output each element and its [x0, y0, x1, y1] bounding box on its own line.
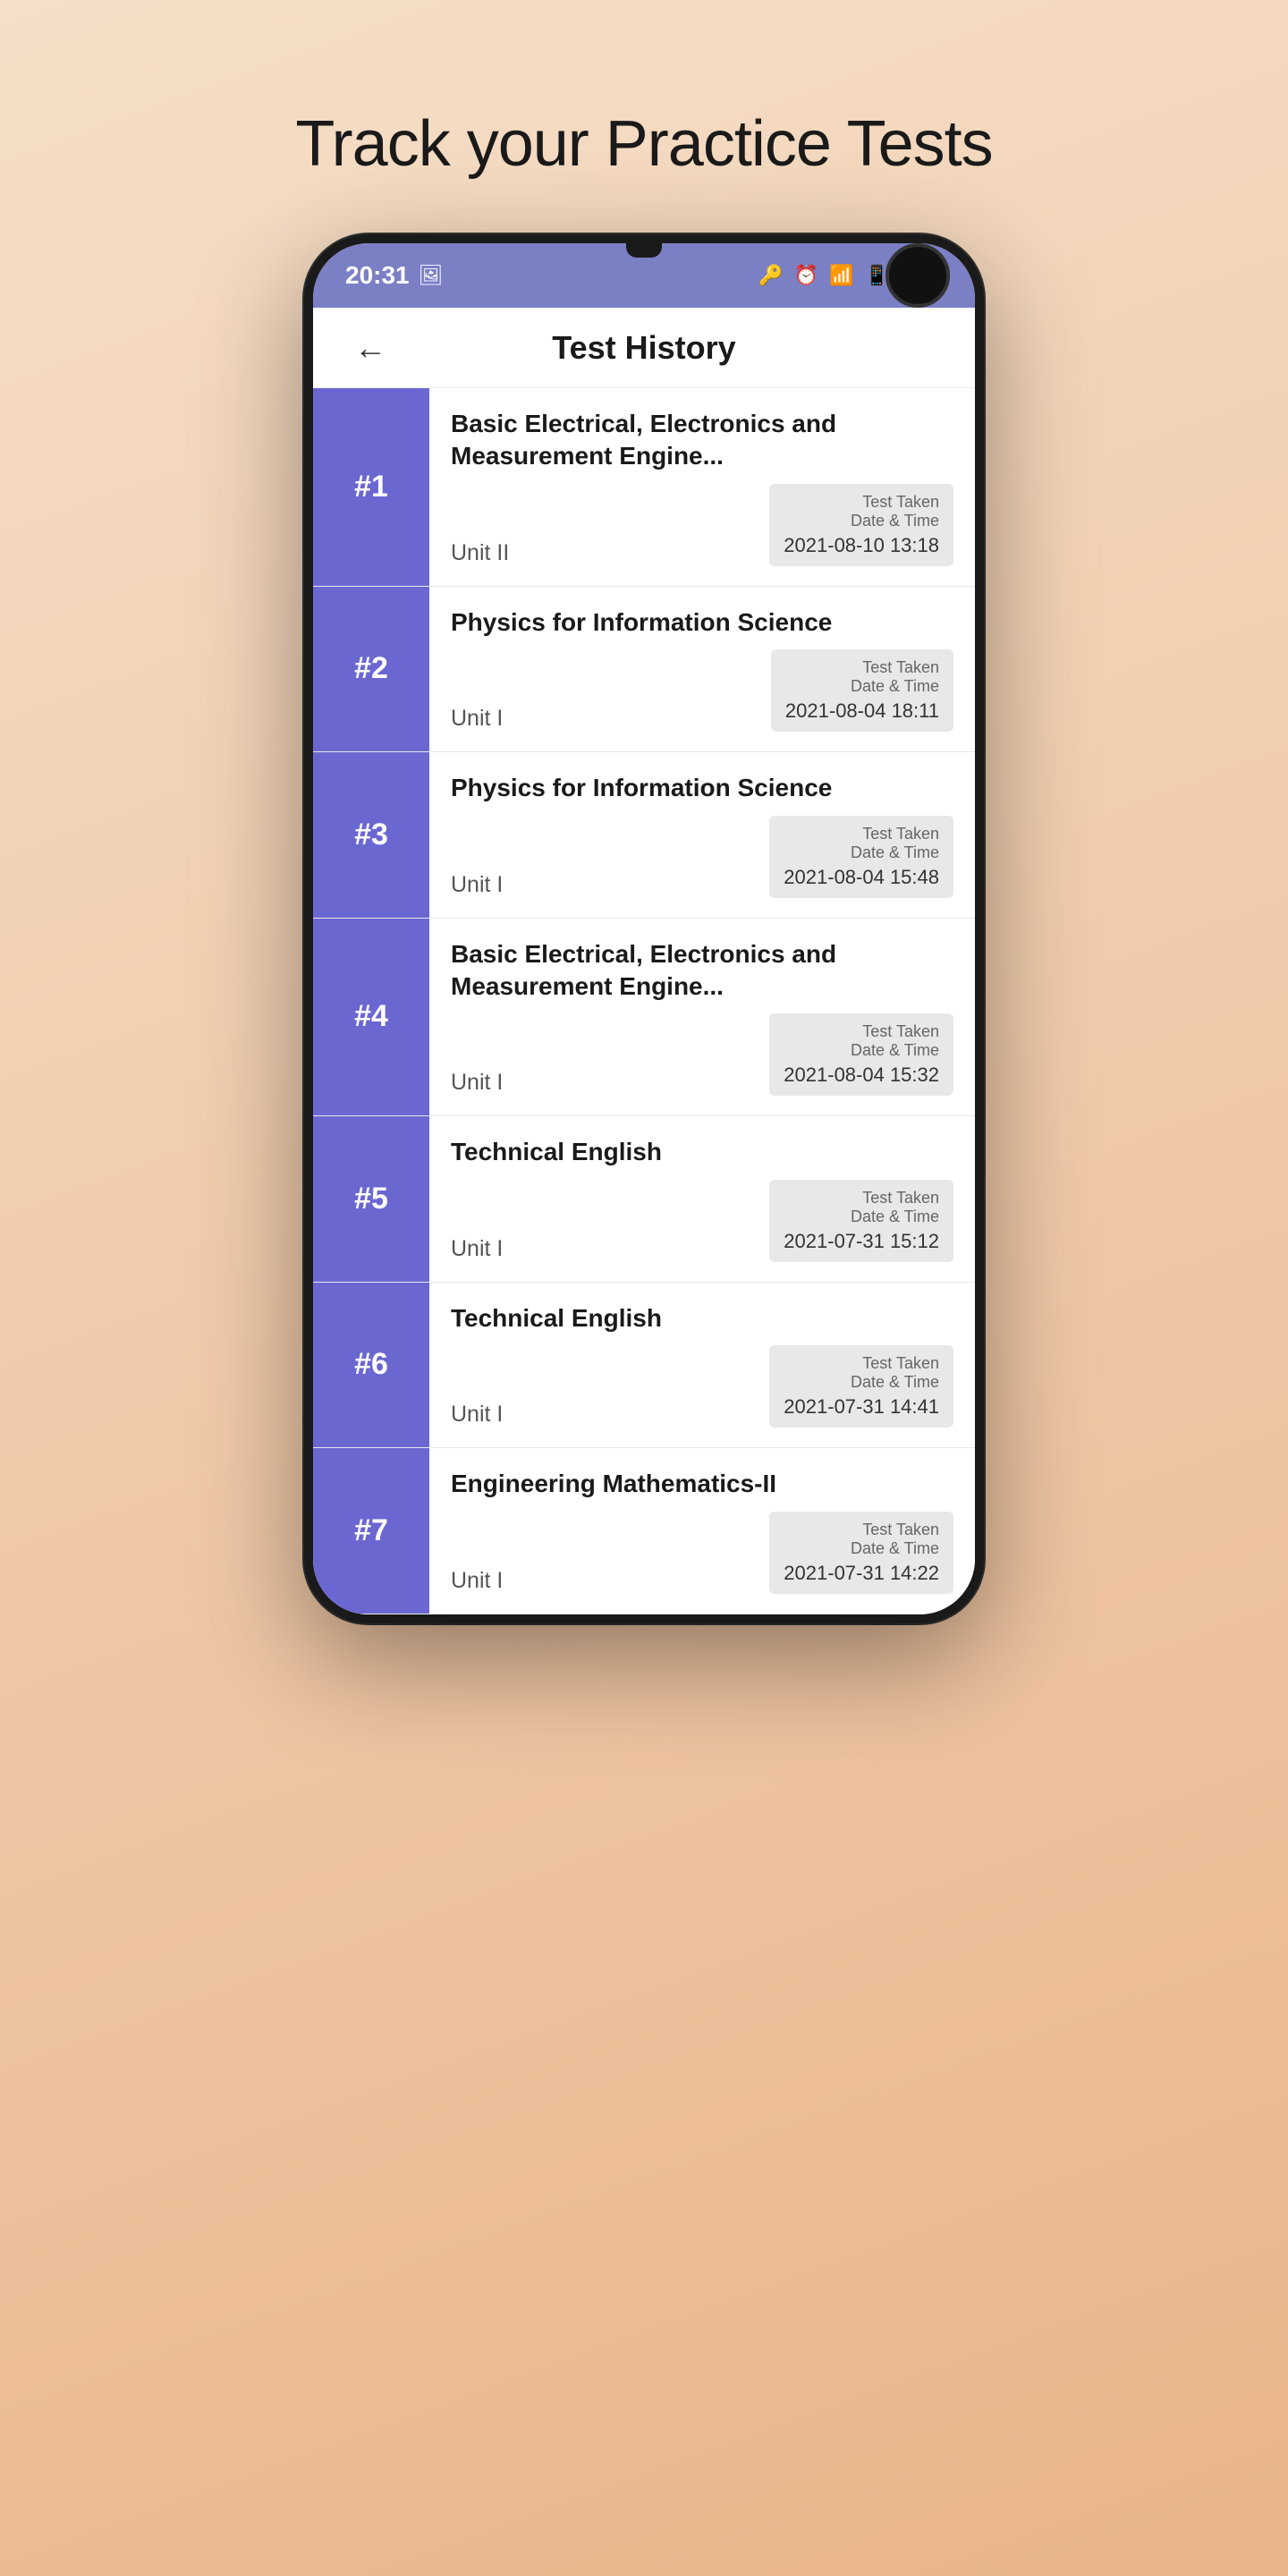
item-title: Basic Electrical, Electronics and Measur…	[451, 938, 953, 1004]
status-bar: 20:31 🖼 🔑 ⏰ 📶 📱 58%	[313, 243, 975, 308]
item-badge: #7	[313, 1448, 429, 1613]
item-date-box: Test Taken Date & Time 2021-08-10 13:18	[769, 484, 953, 566]
item-date-box: Test Taken Date & Time 2021-08-04 15:48	[769, 816, 953, 898]
item-title: Technical English	[451, 1302, 953, 1335]
item-number: #5	[354, 1182, 388, 1216]
date-label-2: Date & Time	[784, 1539, 939, 1558]
date-label-2: Date & Time	[784, 843, 939, 862]
item-number: #7	[354, 1513, 388, 1548]
date-value: 2021-07-31 14:22	[784, 1562, 939, 1585]
status-bar-right: 🔑 ⏰ 📶 📱 58%	[758, 263, 943, 288]
item-number: #3	[354, 818, 388, 852]
item-bottom: Unit I Test Taken Date & Time 2021-08-04…	[451, 649, 953, 732]
item-date-box: Test Taken Date & Time 2021-07-31 14:41	[769, 1345, 953, 1428]
key-icon: 🔑	[758, 264, 783, 287]
item-badge: #5	[313, 1116, 429, 1281]
date-label-1: Test Taken	[784, 1022, 939, 1041]
phone-shell: 20:31 🖼 🔑 ⏰ 📶 📱 58% ← Test History #1	[304, 234, 984, 1623]
item-badge: #4	[313, 919, 429, 1116]
date-label-2: Date & Time	[785, 677, 939, 696]
item-badge: #6	[313, 1283, 429, 1447]
alarm-icon: ⏰	[794, 264, 818, 287]
date-label-2: Date & Time	[784, 1208, 939, 1226]
item-bottom: Unit I Test Taken Date & Time 2021-08-04…	[451, 816, 953, 898]
back-button[interactable]: ←	[345, 320, 395, 376]
date-label-2: Date & Time	[784, 512, 939, 530]
item-title: Physics for Information Science	[451, 606, 953, 639]
list-item[interactable]: #6 Technical English Unit I Test Taken D…	[313, 1283, 975, 1448]
date-value: 2021-07-31 14:41	[784, 1395, 939, 1419]
item-bottom: Unit I Test Taken Date & Time 2021-08-04…	[451, 1013, 953, 1096]
date-label-1: Test Taken	[784, 493, 939, 512]
item-title: Basic Electrical, Electronics and Measur…	[451, 408, 953, 473]
item-content: Technical English Unit I Test Taken Date…	[429, 1283, 975, 1447]
item-badge: #1	[313, 388, 429, 586]
date-label-1: Test Taken	[785, 658, 939, 677]
list-item[interactable]: #5 Technical English Unit I Test Taken D…	[313, 1116, 975, 1282]
list-item[interactable]: #4 Basic Electrical, Electronics and Mea…	[313, 919, 975, 1117]
date-value: 2021-07-31 15:12	[784, 1230, 939, 1253]
item-content: Technical English Unit I Test Taken Date…	[429, 1116, 975, 1281]
item-badge: #3	[313, 752, 429, 917]
item-unit: Unit I	[451, 872, 503, 898]
list-item[interactable]: #7 Engineering Mathematics-II Unit I Tes…	[313, 1448, 975, 1614]
item-unit: Unit I	[451, 706, 503, 732]
item-unit: Unit II	[451, 540, 509, 566]
item-unit: Unit I	[451, 1070, 503, 1096]
list-item[interactable]: #3 Physics for Information Science Unit …	[313, 752, 975, 918]
date-label-2: Date & Time	[784, 1373, 939, 1392]
list-item[interactable]: #1 Basic Electrical, Electronics and Mea…	[313, 388, 975, 587]
item-date-box: Test Taken Date & Time 2021-07-31 14:22	[769, 1512, 953, 1594]
item-number: #2	[354, 651, 388, 686]
wifi-icon: 📶	[829, 264, 853, 287]
item-bottom: Unit I Test Taken Date & Time 2021-07-31…	[451, 1180, 953, 1262]
status-time: 20:31	[345, 261, 410, 290]
item-date-box: Test Taken Date & Time 2021-07-31 15:12	[769, 1180, 953, 1262]
gallery-icon: 🖼	[419, 264, 444, 287]
item-content: Basic Electrical, Electronics and Measur…	[429, 388, 975, 586]
list-item[interactable]: #2 Physics for Information Science Unit …	[313, 587, 975, 752]
item-bottom: Unit I Test Taken Date & Time 2021-07-31…	[451, 1512, 953, 1594]
item-bottom: Unit I Test Taken Date & Time 2021-07-31…	[451, 1345, 953, 1428]
item-content: Physics for Information Science Unit I T…	[429, 752, 975, 917]
item-content: Basic Electrical, Electronics and Measur…	[429, 919, 975, 1116]
app-header: ← Test History	[313, 308, 975, 388]
item-bottom: Unit II Test Taken Date & Time 2021-08-1…	[451, 484, 953, 566]
item-number: #4	[354, 999, 388, 1034]
date-value: 2021-08-04 15:48	[784, 866, 939, 889]
item-unit: Unit I	[451, 1236, 503, 1262]
item-date-box: Test Taken Date & Time 2021-08-04 15:32	[769, 1013, 953, 1096]
screen-title: Test History	[552, 329, 735, 367]
item-number: #6	[354, 1347, 388, 1382]
front-camera	[886, 243, 950, 308]
item-unit: Unit I	[451, 1402, 503, 1428]
phone-screen: 20:31 🖼 🔑 ⏰ 📶 📱 58% ← Test History #1	[313, 243, 975, 1614]
item-content: Physics for Information Science Unit I T…	[429, 587, 975, 751]
item-title: Physics for Information Science	[451, 772, 953, 804]
page-headline: Track your Practice Tests	[295, 107, 992, 181]
date-value: 2021-08-04 18:11	[785, 699, 939, 723]
test-history-list: #1 Basic Electrical, Electronics and Mea…	[313, 388, 975, 1614]
item-unit: Unit I	[451, 1568, 503, 1594]
date-label-1: Test Taken	[784, 1354, 939, 1373]
item-title: Technical English	[451, 1136, 953, 1168]
status-bar-left: 20:31 🖼	[345, 261, 444, 290]
item-date-box: Test Taken Date & Time 2021-08-04 18:11	[771, 649, 953, 732]
item-title: Engineering Mathematics-II	[451, 1468, 953, 1500]
item-number: #1	[354, 470, 388, 504]
date-value: 2021-08-10 13:18	[784, 534, 939, 557]
item-badge: #2	[313, 587, 429, 751]
date-label-2: Date & Time	[784, 1041, 939, 1060]
item-content: Engineering Mathematics-II Unit I Test T…	[429, 1448, 975, 1613]
date-label-1: Test Taken	[784, 1521, 939, 1539]
date-label-1: Test Taken	[784, 1189, 939, 1208]
date-value: 2021-08-04 15:32	[784, 1063, 939, 1087]
date-label-1: Test Taken	[784, 825, 939, 843]
notch	[626, 243, 662, 258]
